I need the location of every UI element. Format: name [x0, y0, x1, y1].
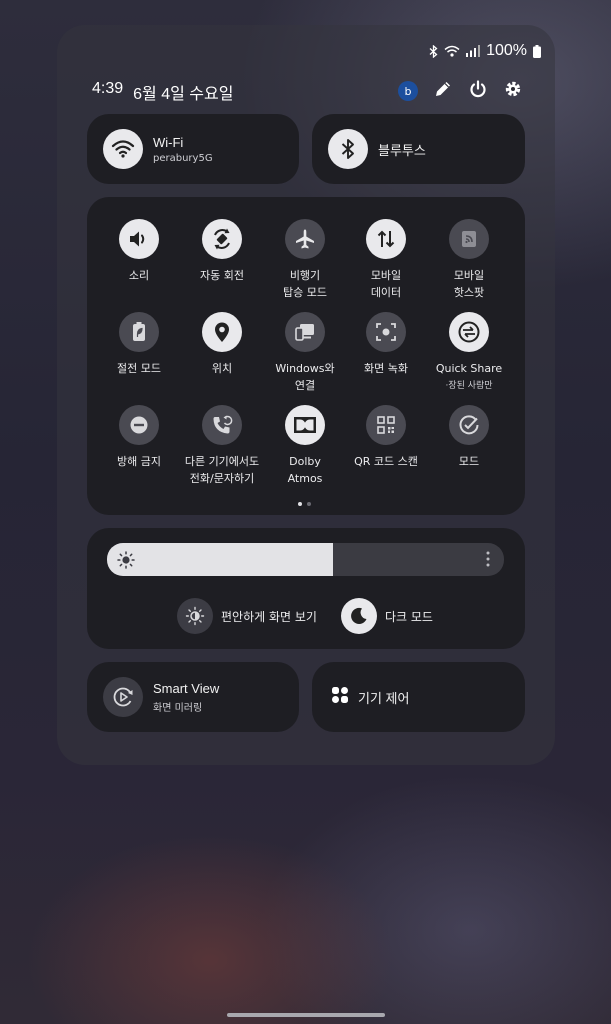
header-actions: b [398, 79, 523, 103]
qs-modes[interactable]: 모드 [429, 405, 509, 470]
dark-mode-label: 다크 모드 [385, 609, 433, 624]
bluetooth-tile[interactable]: 블루투스 [312, 114, 525, 184]
bluetooth-icon[interactable] [328, 129, 368, 169]
eye-comfort-toggle[interactable]: 편안하게 화면 보기 [177, 598, 317, 634]
auto-rotate-icon[interactable] [202, 219, 242, 259]
wifi-tile[interactable]: Wi-Fi perabury5G [87, 114, 299, 184]
link-windows-icon[interactable] [285, 312, 325, 352]
do-not-disturb-icon[interactable] [119, 405, 159, 445]
moon-icon[interactable] [341, 598, 377, 634]
eye-comfort-label: 편안하게 화면 보기 [221, 609, 317, 624]
quick-settings-grid: 소리 자동 회전 비행기 탑승 모드 모바일 데이터 모바일 핫스팟 절전 모드 [87, 197, 525, 515]
qs-call-other-devices[interactable]: 다른 기기에서도 전화/문자하기 [182, 405, 262, 487]
bluetooth-title: 블루투스 [378, 142, 426, 158]
modes-icon[interactable] [449, 405, 489, 445]
dolby-icon[interactable] [285, 405, 325, 445]
qs-label: 소리 [128, 269, 150, 282]
home-indicator[interactable] [227, 1013, 385, 1017]
qs-label: 다른 기기에서도 전화/문자하기 [184, 455, 260, 485]
qs-mobile-data[interactable]: 모바일 데이터 [346, 219, 426, 301]
settings-icon[interactable] [503, 79, 523, 103]
bluetooth-status-icon [429, 44, 438, 58]
airplane-icon[interactable] [285, 219, 325, 259]
mobile-data-icon[interactable] [366, 219, 406, 259]
qs-label: Quick Share [435, 362, 503, 375]
brightness-card: 편안하게 화면 보기 다크 모드 [87, 528, 525, 649]
dark-mode-toggle[interactable]: 다크 모드 [341, 598, 433, 634]
qs-label: 절전 모드 [117, 362, 161, 375]
screen-record-icon[interactable] [366, 312, 406, 352]
qs-auto-rotate[interactable]: 자동 회전 [182, 219, 262, 284]
qs-label: Windows와 연결 [275, 362, 335, 392]
qs-link-windows[interactable]: Windows와 연결 [265, 312, 345, 394]
brightness-fill [107, 543, 334, 576]
qs-quick-share[interactable]: Quick Share ·장된 사람만 [429, 312, 509, 391]
wifi-title: Wi-Fi [153, 134, 184, 150]
qs-label: Dolby Atmos [287, 455, 323, 485]
location-icon[interactable] [202, 312, 242, 352]
quick-share-sublabel: ·장된 사람만 [445, 381, 493, 391]
smart-view-title: Smart View [153, 680, 220, 696]
power-saving-icon[interactable] [119, 312, 159, 352]
hotspot-icon[interactable] [449, 219, 489, 259]
power-icon[interactable] [468, 79, 488, 103]
smart-view-icon[interactable] [103, 677, 143, 717]
wifi-status-icon [444, 45, 460, 57]
more-options-icon[interactable] [486, 551, 490, 571]
qs-qr-scan[interactable]: QR 코드 스캔 [346, 405, 426, 470]
avatar-letter: b [404, 84, 412, 98]
qs-label: QR 코드 스캔 [354, 455, 418, 468]
qs-screen-record[interactable]: 화면 녹화 [346, 312, 426, 377]
qs-label: 방해 금지 [117, 455, 161, 468]
brightness-slider[interactable] [107, 543, 504, 576]
clock-row: 4:39 6월 4일 수요일 [92, 80, 233, 104]
qs-label: 모바일 데이터 [370, 269, 402, 299]
qs-location[interactable]: 위치 [182, 312, 262, 377]
qs-airplane[interactable]: 비행기 탑승 모드 [265, 219, 345, 301]
qs-label: 화면 녹화 [364, 362, 408, 375]
edit-icon[interactable] [433, 79, 453, 103]
smart-view-subtitle: 화면 미러링 [153, 702, 203, 714]
qs-do-not-disturb[interactable]: 방해 금지 [99, 405, 179, 470]
device-control-tile[interactable]: 기기 제어 [312, 662, 525, 732]
page-indicator [298, 502, 311, 506]
battery-percent: 100% [486, 42, 527, 59]
smart-view-tile[interactable]: Smart View 화면 미러링 [87, 662, 299, 732]
page-dot-1[interactable] [298, 502, 302, 506]
qs-label: 위치 [211, 362, 233, 375]
wifi-icon[interactable] [103, 129, 143, 169]
qs-label: 비행기 탑승 모드 [283, 269, 327, 299]
status-bar: 100% [429, 42, 541, 60]
qs-label: 모바일 핫스팟 [453, 269, 485, 299]
page-dot-2[interactable] [307, 502, 311, 506]
qs-dolby-atmos[interactable]: Dolby Atmos [265, 405, 345, 487]
device-control-icon [332, 687, 348, 707]
qs-label: 모드 [458, 455, 480, 468]
device-control-title: 기기 제어 [358, 690, 410, 706]
signal-icon [466, 45, 481, 57]
eye-comfort-icon[interactable] [177, 598, 213, 634]
date[interactable]: 6월 4일 수요일 [133, 80, 233, 104]
call-other-devices-icon[interactable] [202, 405, 242, 445]
qs-power-saving[interactable]: 절전 모드 [99, 312, 179, 377]
avatar[interactable]: b [398, 81, 418, 101]
qs-hotspot[interactable]: 모바일 핫스팟 [429, 219, 509, 301]
qs-sound[interactable]: 소리 [99, 219, 179, 284]
quick-share-icon[interactable] [449, 312, 489, 352]
sun-icon [117, 551, 135, 573]
battery-icon [533, 44, 541, 58]
qr-scan-icon[interactable] [366, 405, 406, 445]
sound-icon[interactable] [119, 219, 159, 259]
wifi-network-name: perabury5G [153, 152, 213, 164]
clock[interactable]: 4:39 [92, 80, 123, 104]
qs-label: 자동 회전 [200, 269, 244, 282]
